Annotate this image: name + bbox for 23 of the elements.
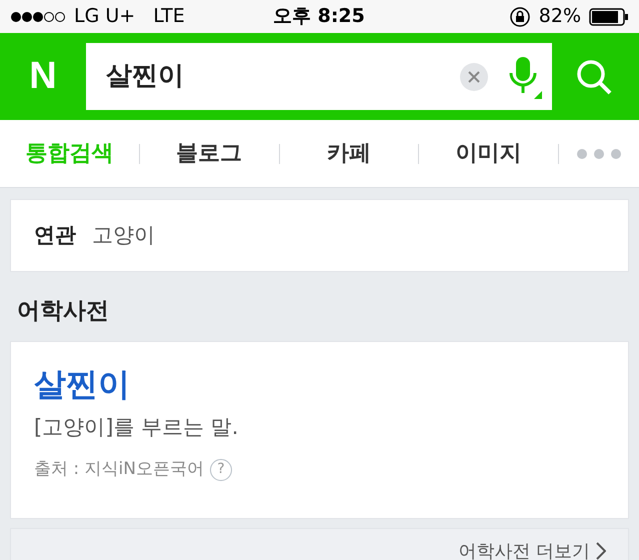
search-field[interactable]: 살찐이	[86, 43, 552, 110]
carrier-name: LG U+	[74, 4, 136, 30]
dictionary-word[interactable]: 살찐이	[34, 360, 605, 408]
tab[interactable]: 블로그	[140, 137, 278, 170]
related-keyword[interactable]: 고양이	[92, 220, 155, 252]
related-label: 연관	[34, 222, 76, 249]
section-title: 어학사전	[17, 297, 110, 326]
search-icon	[575, 58, 613, 96]
more-link[interactable]: 어학사전 더보기	[458, 538, 606, 560]
definition-text: [고양이]를 부르는 말.	[34, 414, 240, 440]
tab[interactable]: 이미지	[419, 137, 558, 170]
search-query: 살찐이	[106, 60, 185, 93]
source-text: 출처 : 지식iN오픈국어	[34, 458, 204, 481]
tab[interactable]: 카페	[280, 137, 418, 170]
more-tabs-icon[interactable]	[577, 148, 621, 158]
clear-icon[interactable]	[460, 62, 488, 90]
rotation-lock-icon	[508, 6, 531, 28]
signal-icon	[10, 10, 68, 22]
battery-icon	[589, 8, 629, 26]
clock-time: 오후 8:25	[273, 4, 365, 30]
chevron-right-icon	[596, 542, 606, 560]
battery-percent: 82%	[538, 4, 581, 30]
network-type: LTE	[153, 4, 185, 30]
